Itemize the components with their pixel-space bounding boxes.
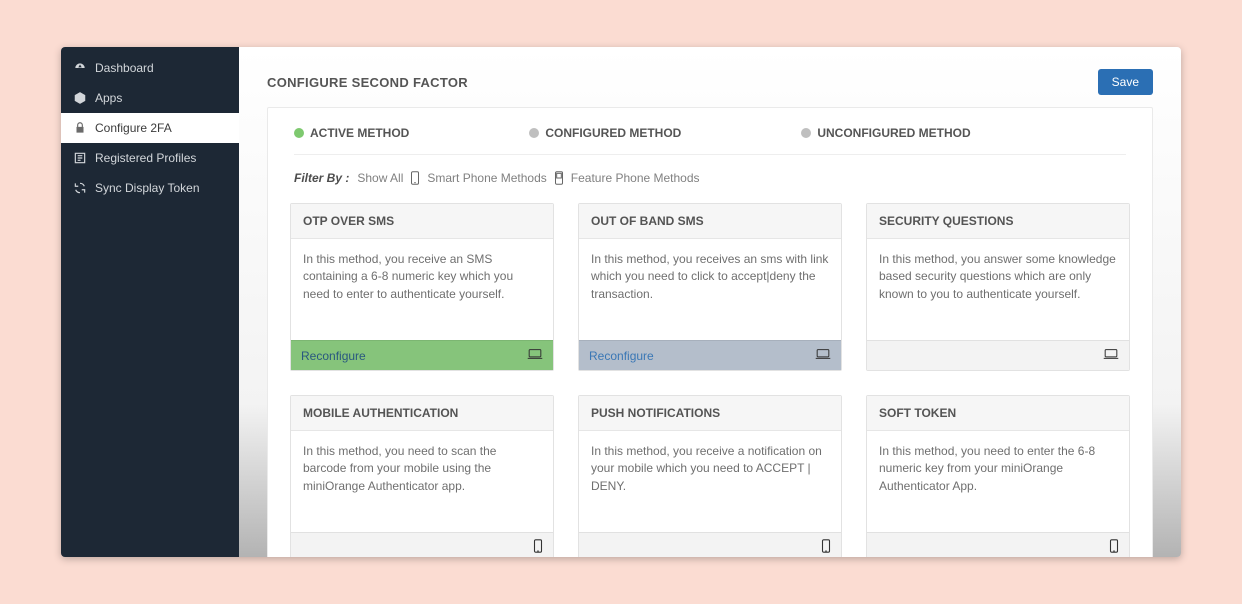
sidebar: Dashboard Apps Configure 2FA Registered … — [61, 47, 239, 557]
featurephone-icon — [553, 171, 565, 185]
save-button[interactable]: Save — [1098, 69, 1153, 95]
legend-active-label: ACTIVE METHOD — [310, 126, 409, 140]
gauge-icon — [73, 61, 87, 75]
cube-icon — [73, 91, 87, 105]
card-footer — [867, 340, 1129, 370]
card-title: MOBILE AUTHENTICATION — [291, 396, 553, 431]
filter-show-all[interactable]: Show All — [357, 171, 403, 185]
card-desc: In this method, you receive an SMS conta… — [291, 239, 553, 340]
card-title: OTP OVER SMS — [291, 204, 553, 239]
card-footer — [867, 532, 1129, 557]
filter-featurephone[interactable]: Feature Phone Methods — [571, 171, 700, 185]
legend-unconfigured-label: UNCONFIGURED METHOD — [817, 126, 970, 140]
sidebar-item-sync-display-token[interactable]: Sync Display Token — [61, 173, 239, 203]
sidebar-item-apps[interactable]: Apps — [61, 83, 239, 113]
dot-unconfigured-icon — [801, 128, 811, 138]
sidebar-item-label: Dashboard — [95, 61, 154, 75]
card-mobile-authentication[interactable]: MOBILE AUTHENTICATION In this method, yo… — [290, 395, 554, 557]
method-cards: OTP OVER SMS In this method, you receive… — [290, 203, 1130, 557]
card-footer — [291, 532, 553, 557]
legend-configured-label: CONFIGURED METHOD — [545, 126, 681, 140]
dot-configured-icon — [529, 128, 539, 138]
card-title: PUSH NOTIFICATIONS — [579, 396, 841, 431]
legend-row: ACTIVE METHOD CONFIGURED METHOD UNCONFIG… — [294, 126, 1126, 155]
page-title: CONFIGURE SECOND FACTOR — [267, 75, 468, 90]
sidebar-item-dashboard[interactable]: Dashboard — [61, 53, 239, 83]
sidebar-item-configure-2fa[interactable]: Configure 2FA — [61, 113, 239, 143]
reconfigure-link[interactable]: Reconfigure — [301, 349, 366, 363]
card-desc: In this method, you need to scan the bar… — [291, 431, 553, 532]
card-out-of-band-sms[interactable]: OUT OF BAND SMS In this method, you rece… — [578, 203, 842, 371]
legend-active: ACTIVE METHOD — [294, 126, 409, 140]
sidebar-item-label: Sync Display Token — [95, 181, 200, 195]
card-desc: In this method, you need to enter the 6-… — [867, 431, 1129, 532]
card-title: SECURITY QUESTIONS — [867, 204, 1129, 239]
page-header: CONFIGURE SECOND FACTOR Save — [267, 69, 1153, 95]
app-window: Dashboard Apps Configure 2FA Registered … — [61, 47, 1181, 557]
filter-row: Filter By : Show All Smart Phone Methods… — [294, 155, 1126, 203]
phone-icon — [1109, 539, 1119, 556]
dot-active-icon — [294, 128, 304, 138]
lock-icon — [73, 121, 87, 135]
card-desc: In this method, you receive a notificati… — [579, 431, 841, 532]
card-desc: In this method, you answer some knowledg… — [867, 239, 1129, 340]
sidebar-item-label: Apps — [95, 91, 122, 105]
laptop-icon — [1103, 347, 1119, 364]
sync-icon — [73, 181, 87, 195]
card-security-questions[interactable]: SECURITY QUESTIONS In this method, you a… — [866, 203, 1130, 371]
card-footer — [579, 532, 841, 557]
filter-smartphone[interactable]: Smart Phone Methods — [427, 171, 546, 185]
card-title: SOFT TOKEN — [867, 396, 1129, 431]
card-title: OUT OF BAND SMS — [579, 204, 841, 239]
profile-icon — [73, 151, 87, 165]
laptop-icon — [527, 347, 543, 364]
method-panel: ACTIVE METHOD CONFIGURED METHOD UNCONFIG… — [267, 107, 1153, 557]
phone-icon — [533, 539, 543, 556]
filter-label: Filter By : — [294, 171, 349, 185]
sidebar-item-label: Configure 2FA — [95, 121, 172, 135]
card-footer: Reconfigure — [579, 340, 841, 370]
laptop-icon — [815, 347, 831, 364]
main-content: CONFIGURE SECOND FACTOR Save ACTIVE METH… — [239, 47, 1181, 557]
card-otp-over-sms[interactable]: OTP OVER SMS In this method, you receive… — [290, 203, 554, 371]
sidebar-item-label: Registered Profiles — [95, 151, 196, 165]
legend-unconfigured: UNCONFIGURED METHOD — [801, 126, 970, 140]
card-footer: Reconfigure — [291, 340, 553, 370]
legend-configured: CONFIGURED METHOD — [529, 126, 681, 140]
card-push-notifications[interactable]: PUSH NOTIFICATIONS In this method, you r… — [578, 395, 842, 557]
reconfigure-link[interactable]: Reconfigure — [589, 349, 654, 363]
smartphone-icon — [409, 171, 421, 185]
card-desc: In this method, you receives an sms with… — [579, 239, 841, 340]
sidebar-item-registered-profiles[interactable]: Registered Profiles — [61, 143, 239, 173]
phone-icon — [821, 539, 831, 556]
card-soft-token[interactable]: SOFT TOKEN In this method, you need to e… — [866, 395, 1130, 557]
